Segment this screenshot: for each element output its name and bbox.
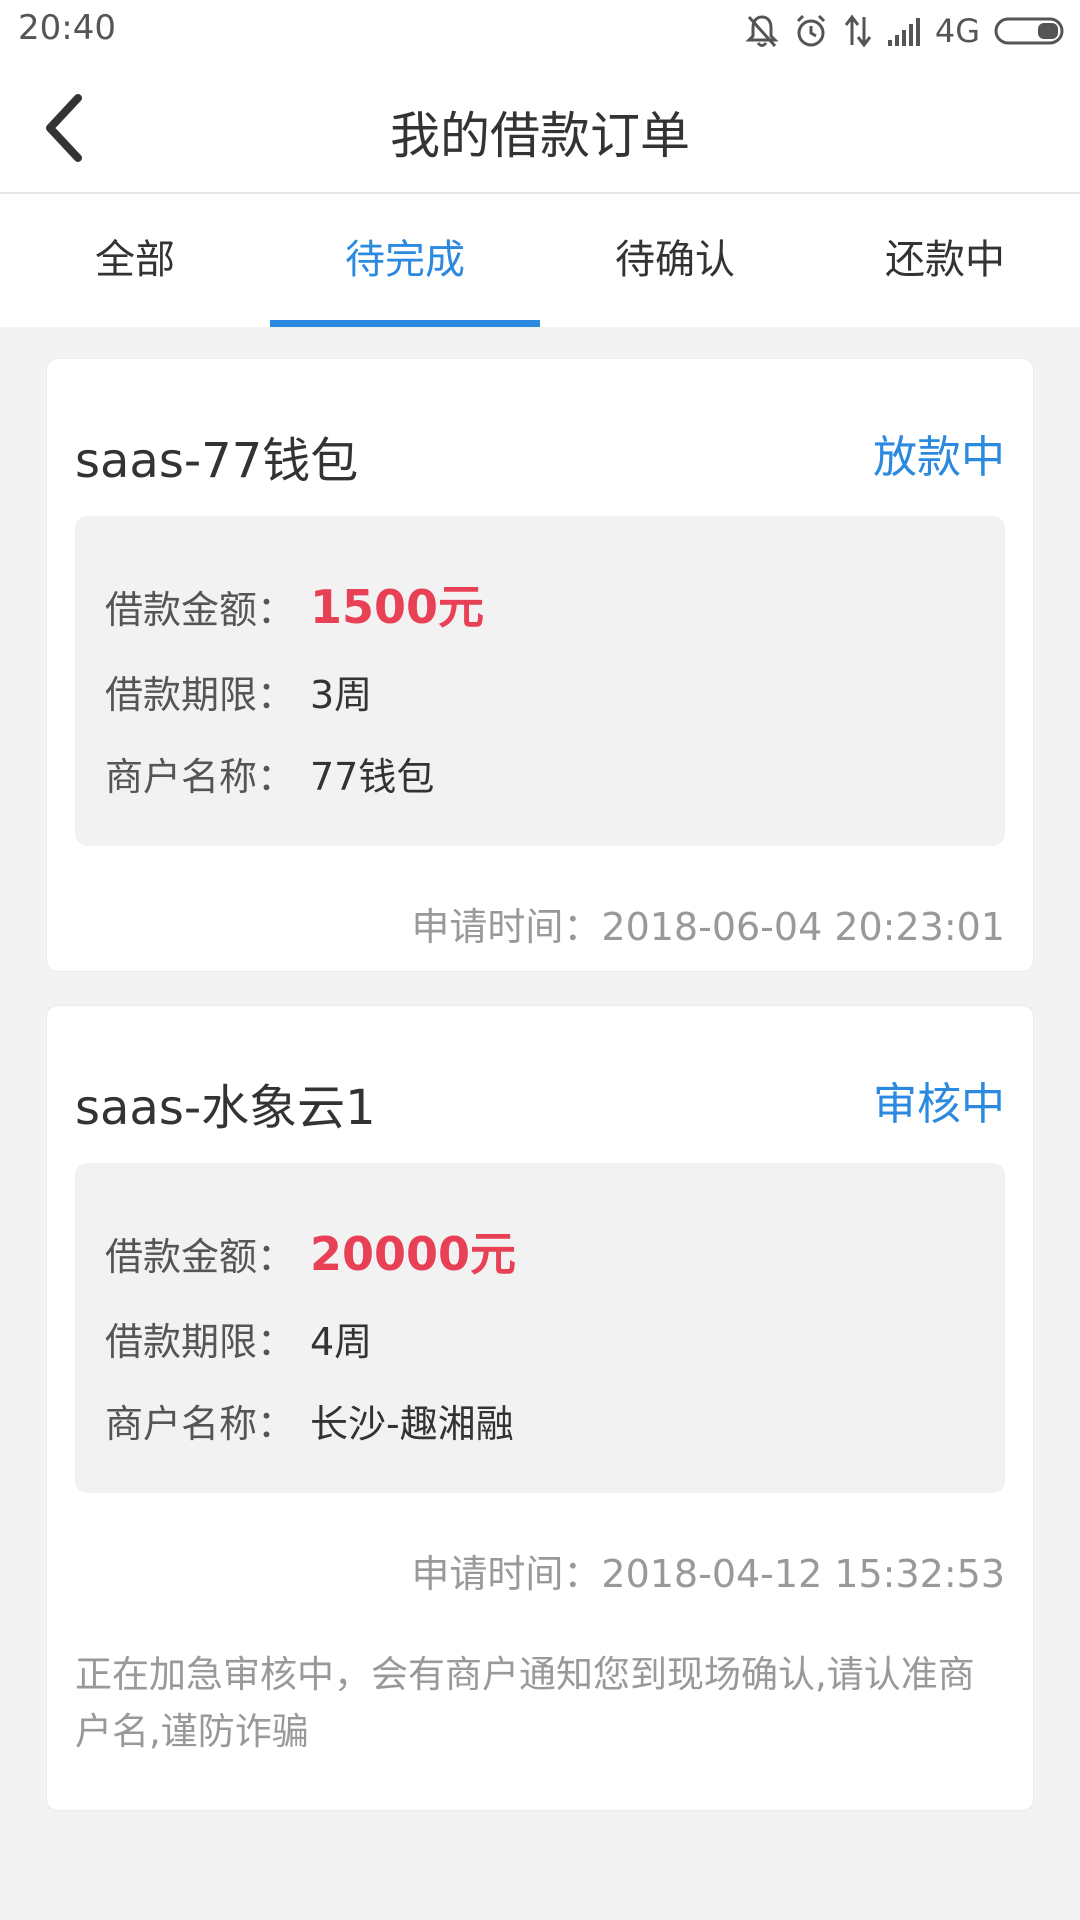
term-label: 借款期限： bbox=[105, 1320, 296, 1364]
merchant-value: 长沙-趣湘融 bbox=[310, 1402, 514, 1446]
order-name: saas-77钱包 bbox=[75, 433, 359, 489]
tab-repaying[interactable]: 还款中 bbox=[810, 194, 1080, 327]
signal-icon bbox=[887, 18, 920, 46]
page-title: 我的借款订单 bbox=[390, 107, 690, 165]
order-detail-box: 借款金额： 20000元 借款期限： 4周 商户名称： 长沙-趣湘融 bbox=[75, 1163, 1005, 1493]
tab-pending[interactable]: 待完成 bbox=[270, 194, 540, 327]
merchant-value: 77钱包 bbox=[310, 755, 435, 799]
merchant-row: 商户名称： 77钱包 bbox=[105, 746, 434, 801]
apply-time: 申请时间：2018-04-12 15:32:53 bbox=[411, 1552, 1005, 1596]
nav-bar: 我的借款订单 bbox=[0, 62, 1080, 194]
tab-to-confirm[interactable]: 待确认 bbox=[540, 194, 810, 327]
alarm-icon bbox=[796, 14, 825, 47]
merchant-row: 商户名称： 长沙-趣湘融 bbox=[105, 1393, 514, 1448]
status-time: 20:40 bbox=[18, 8, 116, 48]
term-label: 借款期限： bbox=[105, 673, 296, 717]
order-card[interactable]: saas-77钱包 放款中 借款金额： 1500元 借款期限： 3周 商户名称：… bbox=[46, 358, 1034, 972]
tab-pending-label: 待完成 bbox=[345, 237, 465, 283]
order-detail-box: 借款金额： 1500元 借款期限： 3周 商户名称： 77钱包 bbox=[75, 516, 1005, 846]
tab-all[interactable]: 全部 bbox=[0, 194, 270, 327]
battery-icon bbox=[994, 17, 1064, 45]
amount-row: 借款金额： 1500元 bbox=[105, 571, 484, 637]
amount-value: 1500元 bbox=[310, 580, 485, 634]
network-type: 4G bbox=[934, 12, 980, 50]
amount-value: 20000元 bbox=[310, 1227, 517, 1281]
status-bar: 20:40 4G bbox=[0, 0, 1080, 62]
data-transfer-icon bbox=[844, 14, 872, 48]
order-status: 审核中 bbox=[873, 1079, 1005, 1130]
amount-label: 借款金额： bbox=[105, 588, 296, 632]
order-status: 放款中 bbox=[873, 432, 1005, 483]
tab-bar: 全部 待完成 待确认 还款中 bbox=[0, 194, 1080, 327]
term-value: 3周 bbox=[310, 673, 373, 717]
term-row: 借款期限： 3周 bbox=[105, 664, 372, 719]
apply-time: 申请时间：2018-06-04 20:23:01 bbox=[411, 905, 1005, 949]
merchant-label: 商户名称： bbox=[105, 755, 296, 799]
amount-row: 借款金额： 20000元 bbox=[105, 1218, 516, 1284]
status-icons: 4G bbox=[745, 8, 1066, 54]
mute-bell-icon bbox=[745, 15, 779, 48]
order-card[interactable]: saas-水象云1 审核中 借款金额： 20000元 借款期限： 4周 商户名称… bbox=[46, 1005, 1034, 1811]
fraud-warning-notice: 正在加急审核中，会有商户通知您到现场确认,请认准商户名,谨防诈骗 bbox=[75, 1653, 975, 1753]
amount-label: 借款金额： bbox=[105, 1235, 296, 1279]
order-name: saas-水象云1 bbox=[75, 1080, 376, 1136]
term-row: 借款期限： 4周 bbox=[105, 1311, 372, 1366]
tab-active-indicator bbox=[270, 320, 540, 327]
term-value: 4周 bbox=[310, 1320, 373, 1364]
merchant-label: 商户名称： bbox=[105, 1402, 296, 1446]
